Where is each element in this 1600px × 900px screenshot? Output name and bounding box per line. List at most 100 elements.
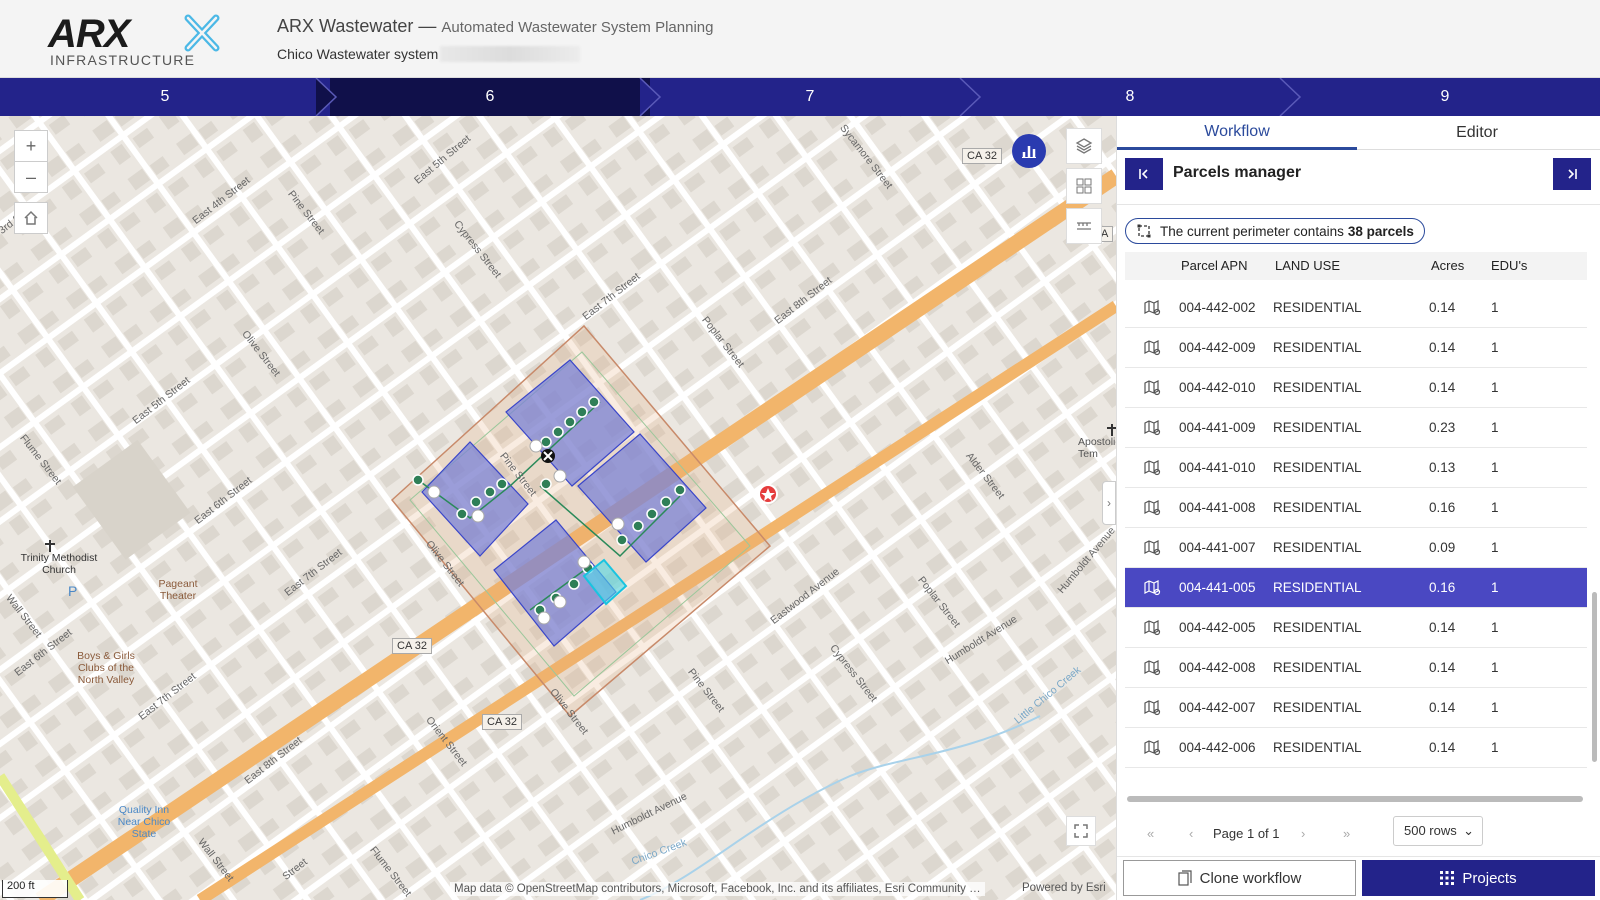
table-row[interactable]: 004-441-007 RESIDENTIAL 0.09 1 <box>1125 528 1587 568</box>
system-name: Chico Wastewater system <box>277 46 439 62</box>
polygon-icon <box>1137 224 1151 238</box>
svg-text:P: P <box>68 583 77 599</box>
cell-apn: 004-442-006 <box>1179 740 1256 755</box>
cell-edus: 1 <box>1491 660 1499 675</box>
zoom-to-parcel-icon[interactable] <box>1143 579 1161 597</box>
tab-editor[interactable]: Editor <box>1357 116 1597 150</box>
layers-icon <box>1075 138 1093 154</box>
table-row[interactable]: 004-442-006 RESIDENTIAL 0.14 1 <box>1125 728 1587 768</box>
table-row[interactable]: 004-442-005 RESIDENTIAL 0.14 1 <box>1125 608 1587 648</box>
table-row[interactable]: 004-442-007 RESIDENTIAL 0.14 1 <box>1125 688 1587 728</box>
cell-edus: 1 <box>1491 460 1499 475</box>
table-row[interactable]: 004-441-010 RESIDENTIAL 0.13 1 <box>1125 448 1587 488</box>
cell-land-use: RESIDENTIAL <box>1273 460 1362 475</box>
collapse-right-button[interactable] <box>1553 158 1591 190</box>
basemap-gallery-button[interactable] <box>1066 168 1102 204</box>
zoom-to-parcel-icon[interactable] <box>1143 539 1161 557</box>
table-row[interactable]: 004-442-010 RESIDENTIAL 0.14 1 <box>1125 368 1587 408</box>
parcels-manager-title: Parcels manager <box>1173 164 1302 181</box>
cell-apn: 004-441-010 <box>1179 460 1256 475</box>
cell-acres: 0.14 <box>1429 620 1456 635</box>
column-header-edus[interactable]: EDU's <box>1491 258 1527 273</box>
perimeter-count: 38 parcels <box>1347 223 1414 239</box>
map-view[interactable]: P East 5th Street East 4th Street Pine S… <box>0 116 1116 900</box>
zoom-to-parcel-icon[interactable] <box>1143 499 1161 517</box>
cell-land-use: RESIDENTIAL <box>1273 740 1362 755</box>
scroll-thumb[interactable] <box>1592 592 1597 762</box>
cell-land-use: RESIDENTIAL <box>1273 620 1362 635</box>
cell-acres: 0.16 <box>1429 500 1456 515</box>
zoom-to-parcel-icon[interactable] <box>1143 379 1161 397</box>
cell-apn: 004-441-008 <box>1179 500 1256 515</box>
app-header: ARX INFRASTRUCTURE ARX Wastewater — Auto… <box>0 0 1600 78</box>
cell-acres: 0.13 <box>1429 460 1456 475</box>
cell-acres: 0.14 <box>1429 660 1456 675</box>
rows-per-page-value: 500 rows <box>1404 823 1457 838</box>
cell-apn: 004-442-002 <box>1179 300 1256 315</box>
step-chevrons <box>315 78 1302 116</box>
table-row[interactable]: 004-442-002 RESIDENTIAL 0.14 1 <box>1125 288 1587 328</box>
tab-workflow[interactable]: Workflow <box>1117 116 1357 150</box>
logo-word: ARX <box>48 12 130 56</box>
redacted-text <box>440 46 581 62</box>
fullscreen-button[interactable] <box>1066 816 1096 846</box>
zoom-to-parcel-icon[interactable] <box>1143 619 1161 637</box>
measure-button[interactable] <box>1066 208 1102 244</box>
chart-button[interactable] <box>1012 134 1046 168</box>
cell-edus: 1 <box>1491 500 1499 515</box>
cell-acres: 0.14 <box>1429 740 1456 755</box>
cell-land-use: RESIDENTIAL <box>1273 660 1362 675</box>
column-header-acres[interactable]: Acres <box>1431 258 1464 273</box>
zoom-to-parcel-icon[interactable] <box>1143 459 1161 477</box>
perimeter-badge: The current perimeter contains 38 parcel… <box>1125 218 1425 244</box>
table-row[interactable]: 004-441-008 RESIDENTIAL 0.16 1 <box>1125 488 1587 528</box>
cell-apn: 004-441-005 <box>1179 580 1256 595</box>
zoom-to-parcel-icon[interactable] <box>1143 659 1161 677</box>
map-attribution[interactable]: Map data © OpenStreetMap contributors, M… <box>450 882 985 896</box>
last-page-button[interactable]: » <box>1343 826 1350 841</box>
panel-tabs: Workflow Editor <box>1117 116 1600 150</box>
zoom-to-parcel-icon[interactable] <box>1143 419 1161 437</box>
prev-page-button[interactable]: ‹ <box>1189 826 1193 841</box>
zoom-to-parcel-icon[interactable] <box>1143 739 1161 757</box>
cell-edus: 1 <box>1491 580 1499 595</box>
projects-button[interactable]: Projects <box>1362 860 1595 896</box>
cell-acres: 0.14 <box>1429 300 1456 315</box>
cell-apn: 004-441-007 <box>1179 540 1256 555</box>
cell-edus: 1 <box>1491 300 1499 315</box>
cell-land-use: RESIDENTIAL <box>1273 540 1362 555</box>
perimeter-text: The current perimeter contains <box>1160 223 1344 239</box>
zoom-out-button[interactable]: – <box>14 161 48 193</box>
rows-per-page-select[interactable]: 500 rows ⌄ <box>1393 816 1483 846</box>
next-page-button[interactable]: › <box>1301 826 1305 841</box>
column-header-apn[interactable]: Parcel APN <box>1181 258 1247 273</box>
zoom-to-parcel-icon[interactable] <box>1143 699 1161 717</box>
divider <box>1117 204 1600 205</box>
cell-edus: 1 <box>1491 700 1499 715</box>
home-button[interactable] <box>14 202 48 234</box>
collapse-left-icon <box>1139 169 1148 179</box>
layers-button[interactable] <box>1066 128 1102 164</box>
poi-apostolic: Apostolic Tem <box>1078 436 1116 460</box>
zoom-to-parcel-icon[interactable] <box>1143 299 1161 317</box>
table-row[interactable]: 004-441-009 RESIDENTIAL 0.23 1 <box>1125 408 1587 448</box>
panel-toggle-handle[interactable]: › <box>1102 481 1116 525</box>
clone-workflow-button[interactable]: Clone workflow <box>1123 860 1356 896</box>
zoom-to-parcel-icon[interactable] <box>1143 339 1161 357</box>
vertical-scrollbar[interactable] <box>1591 252 1599 782</box>
clone-icon <box>1178 870 1192 886</box>
pagination: « ‹ Page 1 of 1 › » 500 rows ⌄ <box>1125 816 1591 850</box>
table-row[interactable]: 004-441-005 RESIDENTIAL 0.16 1 <box>1125 568 1587 608</box>
table-row[interactable]: 004-442-009 RESIDENTIAL 0.14 1 <box>1125 328 1587 368</box>
first-page-button[interactable]: « <box>1147 826 1154 841</box>
esri-credit[interactable]: Powered by Esri <box>1022 882 1106 894</box>
column-header-land-use[interactable]: LAND USE <box>1275 258 1340 273</box>
title-dash: — <box>413 16 442 36</box>
cell-edus: 1 <box>1491 340 1499 355</box>
poi-church: Trinity Methodist Church <box>20 552 98 576</box>
collapse-left-button[interactable] <box>1125 158 1163 190</box>
table-row[interactable]: 004-442-008 RESIDENTIAL 0.14 1 <box>1125 648 1587 688</box>
app-name: ARX Wastewater <box>277 16 414 36</box>
zoom-in-button[interactable]: + <box>14 130 48 162</box>
horizontal-scrollbar[interactable] <box>1127 796 1583 802</box>
